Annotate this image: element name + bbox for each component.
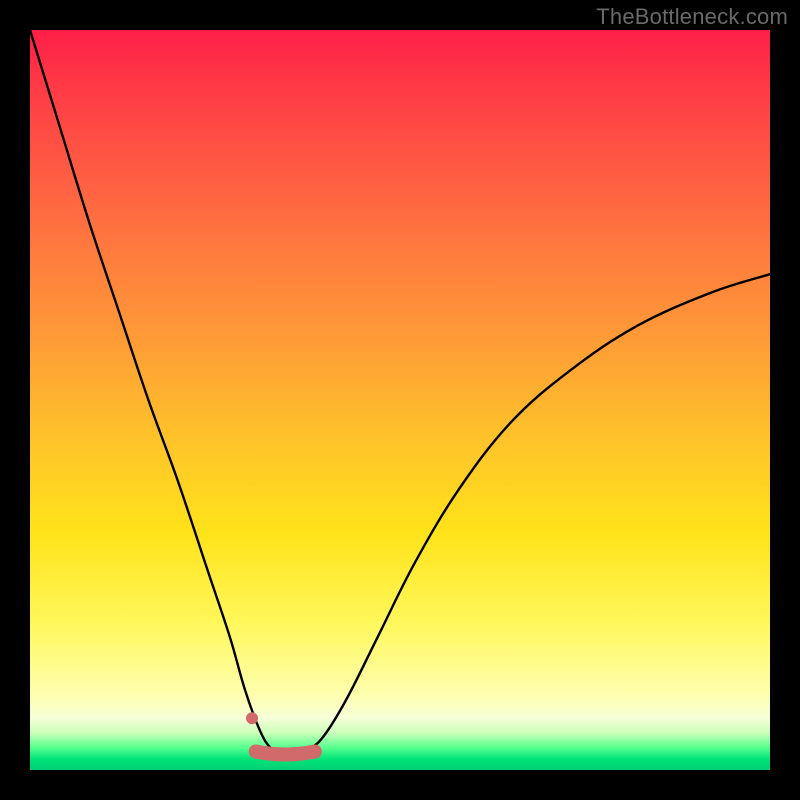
watermark-text: TheBottleneck.com — [596, 4, 788, 30]
marker-dot-icon — [246, 712, 258, 724]
plot-area — [30, 30, 770, 770]
curve-layer — [30, 30, 770, 770]
chart-frame: TheBottleneck.com — [0, 0, 800, 800]
optimal-range-marker — [256, 752, 315, 755]
bottleneck-curve — [30, 30, 770, 752]
